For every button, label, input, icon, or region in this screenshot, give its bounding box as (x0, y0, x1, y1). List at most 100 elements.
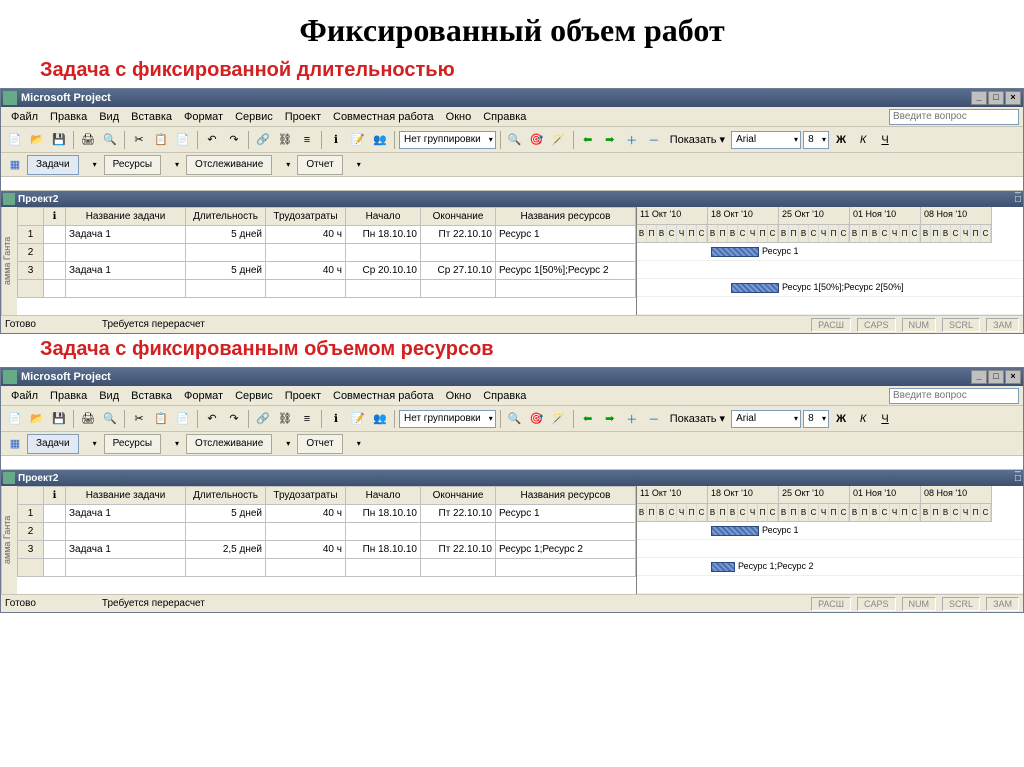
close-button[interactable]: × (1005, 370, 1021, 384)
tracking-dd[interactable] (274, 434, 295, 454)
paste-icon[interactable]: 📄 (173, 130, 193, 150)
menu-project[interactable]: Проект (279, 388, 327, 404)
undo-icon[interactable]: ↶ (202, 130, 222, 150)
table-row[interactable]: 1Задача 15 дней40 чПн 18.10.10Пт 22.10.1… (18, 505, 636, 523)
font-combo[interactable]: Arial (731, 410, 801, 428)
cell-dur[interactable] (186, 280, 266, 298)
col-name[interactable]: Название задачи (66, 208, 186, 226)
maximize-button[interactable]: □ (988, 91, 1004, 105)
cell-name[interactable]: Задача 1 (66, 541, 186, 559)
cell-name[interactable] (66, 280, 186, 298)
cell-work[interactable]: 40 ч (266, 226, 346, 244)
italic-button[interactable]: К (853, 409, 873, 429)
task-table[interactable]: ℹ Название задачи Длительность Трудозатр… (17, 207, 636, 298)
cell-work[interactable]: 40 ч (266, 505, 346, 523)
paste-icon[interactable]: 📄 (173, 409, 193, 429)
table-row[interactable]: 1Задача 15 дней40 чПн 18.10.10Пт 22.10.1… (18, 226, 636, 244)
tab-tasks[interactable]: Задачи (27, 434, 79, 454)
italic-button[interactable]: К (853, 130, 873, 150)
preview-icon[interactable]: 🔍 (100, 130, 120, 150)
expand-icon[interactable]: ＋ (622, 409, 642, 429)
cell-end[interactable]: Ср 27.10.10 (421, 262, 496, 280)
report-dd[interactable] (345, 434, 366, 454)
col-res[interactable]: Названия ресурсов (496, 208, 636, 226)
goto-icon[interactable]: 🎯 (527, 409, 547, 429)
tab-report[interactable]: Отчет (297, 434, 342, 454)
cell-name[interactable]: Задача 1 (66, 262, 186, 280)
doc-minimize-button[interactable]: _ (1015, 183, 1021, 194)
cell-work[interactable] (266, 559, 346, 577)
cell-res[interactable]: Ресурс 1[50%];Ресурс 2 (496, 262, 636, 280)
gantt-bar[interactable]: Ресурс 1 (711, 526, 759, 536)
tab-resources[interactable]: Ресурсы (104, 434, 161, 454)
size-combo[interactable]: 8 (803, 131, 829, 149)
table-row[interactable]: 2 (18, 244, 636, 262)
goto-icon[interactable]: 🎯 (527, 130, 547, 150)
cut-icon[interactable]: ✂ (129, 409, 149, 429)
col-dur[interactable]: Длительность (186, 208, 266, 226)
menu-window[interactable]: Окно (440, 109, 478, 125)
underline-button[interactable]: Ч (875, 130, 895, 150)
open-icon[interactable]: 📂 (27, 130, 47, 150)
cell-dur[interactable]: 5 дней (186, 226, 266, 244)
cell-dur[interactable] (186, 559, 266, 577)
cell-end[interactable]: Пт 22.10.10 (421, 541, 496, 559)
col-end[interactable]: Окончание (421, 487, 496, 505)
cell-work[interactable] (266, 280, 346, 298)
bold-button[interactable]: Ж (831, 409, 851, 429)
cell-info[interactable] (44, 244, 66, 262)
menu-insert[interactable]: Вставка (125, 109, 178, 125)
open-icon[interactable]: 📂 (27, 409, 47, 429)
tab-tracking[interactable]: Отслеживание (186, 434, 272, 454)
save-icon[interactable]: 💾 (49, 130, 69, 150)
cell-info[interactable] (44, 541, 66, 559)
bold-button[interactable]: Ж (831, 130, 851, 150)
copy-icon[interactable]: 📋 (151, 130, 171, 150)
menu-collab[interactable]: Совместная работа (327, 388, 440, 404)
preview-icon[interactable]: 🔍 (100, 409, 120, 429)
unlink-icon[interactable]: ⛓ (275, 130, 295, 150)
minimize-button[interactable]: _ (971, 91, 987, 105)
menu-edit[interactable]: Правка (44, 109, 93, 125)
col-start[interactable]: Начало (346, 487, 421, 505)
resources-dd[interactable] (163, 434, 184, 454)
cell-info[interactable] (44, 280, 66, 298)
cell-res[interactable]: Ресурс 1 (496, 505, 636, 523)
row-number[interactable]: 3 (18, 541, 44, 559)
help-search-input[interactable] (889, 109, 1019, 125)
font-combo[interactable]: Arial (731, 131, 801, 149)
outdent-icon[interactable]: ⬅ (578, 130, 598, 150)
tab-resources[interactable]: Ресурсы (104, 155, 161, 175)
cell-res[interactable]: Ресурс 1;Ресурс 2 (496, 541, 636, 559)
group-combo[interactable]: Нет группировки (399, 131, 496, 149)
menu-view[interactable]: Вид (93, 109, 125, 125)
new-icon[interactable]: 📄 (5, 409, 25, 429)
maximize-button[interactable]: □ (988, 370, 1004, 384)
col-end[interactable]: Окончание (421, 208, 496, 226)
col-work[interactable]: Трудозатраты (266, 487, 346, 505)
col-name[interactable]: Название задачи (66, 487, 186, 505)
tab-tasks[interactable]: Задачи (27, 155, 79, 175)
wizard-icon[interactable]: 🪄 (549, 409, 569, 429)
task-table[interactable]: ℹ Название задачи Длительность Трудозатр… (17, 486, 636, 577)
cell-name[interactable]: Задача 1 (66, 226, 186, 244)
cell-dur[interactable] (186, 523, 266, 541)
assign-icon[interactable]: 👥 (370, 409, 390, 429)
cell-info[interactable] (44, 226, 66, 244)
cell-info[interactable] (44, 523, 66, 541)
cell-start[interactable]: Пн 18.10.10 (346, 226, 421, 244)
row-number[interactable]: 2 (18, 244, 44, 262)
resources-dd[interactable] (163, 155, 184, 175)
doc-maximize-button[interactable]: □ (1015, 194, 1021, 205)
menu-project[interactable]: Проект (279, 109, 327, 125)
cell-end[interactable] (421, 523, 496, 541)
cell-start[interactable]: Пн 18.10.10 (346, 505, 421, 523)
row-number[interactable] (18, 280, 44, 298)
report-dd[interactable] (345, 155, 366, 175)
tab-report[interactable]: Отчет (297, 155, 342, 175)
row-number[interactable]: 3 (18, 262, 44, 280)
menu-tools[interactable]: Сервис (229, 388, 279, 404)
row-number[interactable]: 1 (18, 226, 44, 244)
notes-icon[interactable]: 📝 (348, 130, 368, 150)
indent-icon[interactable]: ➡ (600, 409, 620, 429)
